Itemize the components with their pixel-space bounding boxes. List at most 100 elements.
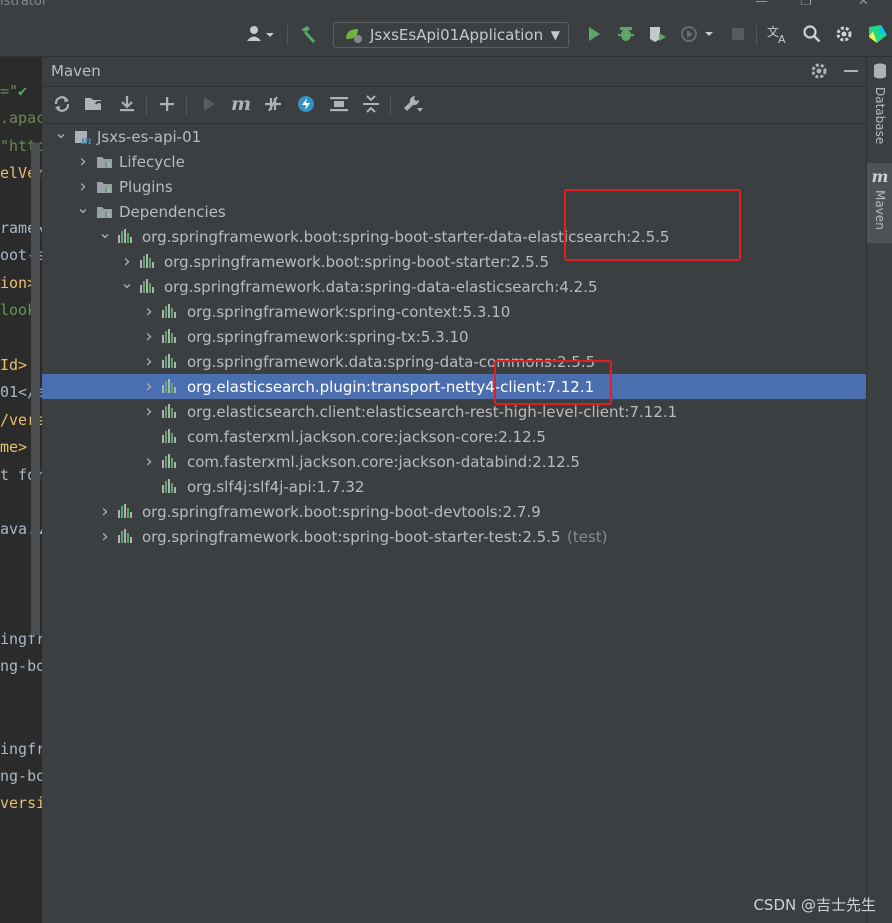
settings-wrench-icon[interactable] xyxy=(402,93,424,115)
spring-boot-icon xyxy=(344,27,364,43)
stop-icon[interactable] xyxy=(726,22,750,46)
code-editor-fragment[interactable]: =" ✔ .apac "http elVer ramew oot-s ion> look Id>… xyxy=(0,57,42,923)
dependency-node[interactable]: › org.springframework:spring-tx:5.3.10 xyxy=(42,324,866,349)
translate-icon[interactable]: 文A xyxy=(766,22,790,46)
tree-node-label: org.slf4j:slf4j-api:1.7.32 xyxy=(187,477,365,496)
window-title-bar: istrator — ❐ ✕ xyxy=(0,0,892,14)
panel-minimize-icon[interactable] xyxy=(840,60,862,82)
download-icon[interactable] xyxy=(116,93,138,115)
dependency-icon xyxy=(140,278,158,295)
dependency-node[interactable]: › org.elasticsearch.client:elasticsearch-… xyxy=(42,399,866,424)
dependency-node[interactable]: › com.fasterxml.jackson.core:jackson-data… xyxy=(42,449,866,474)
code-line: ingfr xyxy=(0,739,42,758)
debug-icon[interactable] xyxy=(614,22,638,46)
coverage-icon[interactable] xyxy=(646,22,670,46)
project-node[interactable]: ⌄ m Jsxs-es-api-01 xyxy=(42,123,866,149)
dependency-icon xyxy=(162,403,180,420)
add-icon[interactable] xyxy=(156,93,178,115)
chevron-right-icon[interactable]: › xyxy=(120,251,134,272)
profile-icon[interactable] xyxy=(678,22,718,46)
chevron-right-icon[interactable]: › xyxy=(142,301,156,322)
toolbar-separator xyxy=(756,25,757,45)
chevron-down-icon[interactable]: ⌄ xyxy=(54,123,68,142)
dependency-icon xyxy=(162,328,180,345)
show-dependencies-icon[interactable] xyxy=(328,93,350,115)
editor-scrollbar[interactable] xyxy=(31,143,40,635)
toggle-offline-icon[interactable] xyxy=(262,93,284,115)
chevron-right-icon[interactable]: › xyxy=(142,401,156,422)
chevron-down-icon[interactable]: ⌄ xyxy=(76,198,90,217)
run-configuration-label: JsxsEsApi01Application xyxy=(370,26,544,44)
dependency-node[interactable]: › org.springframework.boot:spring-boot-st… xyxy=(42,249,866,274)
restore-icon[interactable]: ❐ xyxy=(800,0,812,9)
toolbar-separator xyxy=(146,95,147,115)
tree-node-label: Lifecycle xyxy=(119,152,185,171)
panel-settings-icon[interactable] xyxy=(808,60,830,82)
tree-node-label: org.springframework.boot:spring-boot-sta… xyxy=(142,527,561,546)
dependency-node[interactable]: ⌄ org.springframework.boot:spring-boot-st… xyxy=(42,223,866,249)
skip-tests-icon[interactable] xyxy=(295,93,317,115)
dependency-node[interactable]: › org.springframework:spring-context:5.3.… xyxy=(42,299,866,324)
chevron-down-icon[interactable]: ⌄ xyxy=(98,223,112,242)
dependency-icon xyxy=(162,453,180,470)
tree-node-label: org.springframework:spring-context:5.3.1… xyxy=(187,302,511,321)
chevron-right-icon[interactable]: › xyxy=(142,351,156,372)
run-icon[interactable] xyxy=(582,22,606,46)
dependency-icon xyxy=(118,228,136,245)
settings-icon[interactable] xyxy=(832,22,856,46)
run-configuration-selector[interactable]: JsxsEsApi01Application ▼ xyxy=(333,22,569,48)
tree-folder-node[interactable]: › Plugins xyxy=(42,174,866,199)
tree-folder-node[interactable]: ⌄ Dependencies xyxy=(42,198,866,224)
tree-node-label: com.fasterxml.jackson.core:jackson-datab… xyxy=(187,452,580,471)
toolbar-separator xyxy=(186,95,187,115)
toolbox-app-icon[interactable] xyxy=(866,22,890,46)
chevron-right-icon[interactable]: › xyxy=(76,151,90,172)
chevron-down-icon[interactable]: ⌄ xyxy=(120,273,134,292)
code-line: ng-bo xyxy=(0,657,42,676)
dependency-icon xyxy=(162,303,180,320)
dependency-node[interactable]: com.fasterxml.jackson.core:jackson-core:… xyxy=(42,424,866,449)
dependency-node[interactable]: › org.elasticsearch.plugin:transport-nett… xyxy=(42,374,866,399)
chevron-right-icon[interactable]: › xyxy=(98,501,112,522)
minimize-icon[interactable]: — xyxy=(755,0,768,9)
code-line: .apac xyxy=(0,109,42,128)
code-line: versi xyxy=(0,794,42,813)
chevron-right-icon[interactable]: › xyxy=(142,376,156,397)
search-icon[interactable] xyxy=(800,22,824,46)
dependency-node[interactable]: › org.springframework.data:spring-data-co… xyxy=(42,349,866,374)
reload-icon[interactable] xyxy=(51,93,73,115)
tree-node-label: Dependencies xyxy=(119,202,226,221)
dependency-node[interactable]: › org.springframework.boot:spring-boot-st… xyxy=(42,524,866,549)
tree-node-label: Plugins xyxy=(119,177,173,196)
toolbar-separator xyxy=(390,95,391,115)
database-icon xyxy=(873,63,887,83)
generate-sources-icon[interactable] xyxy=(83,93,105,115)
dependency-node[interactable]: ⌄ org.springframework.data:spring-data-el… xyxy=(42,273,866,299)
inspection-ok-icon: ✔ xyxy=(18,82,28,100)
collapse-all-icon[interactable] xyxy=(360,93,382,115)
maven-tab-label: Maven xyxy=(873,190,887,230)
right-tool-strip: Database m Maven xyxy=(866,57,892,923)
code-line: me> xyxy=(0,438,28,457)
chevron-right-icon[interactable]: › xyxy=(98,526,112,547)
build-hammer-icon[interactable] xyxy=(296,22,320,46)
execute-goal-icon[interactable]: m xyxy=(230,93,252,115)
scope-tag: (test) xyxy=(567,527,608,546)
dependency-node[interactable]: › org.springframework.boot:spring-boot-de… xyxy=(42,499,866,524)
dependency-node[interactable]: org.slf4j:slf4j-api:1.7.32 xyxy=(42,474,866,499)
user-menu-icon[interactable] xyxy=(244,22,278,46)
chevron-right-icon[interactable]: › xyxy=(76,176,90,197)
database-tab[interactable]: Database xyxy=(867,63,892,144)
tree-node-label: org.springframework.data:spring-data-ela… xyxy=(164,277,598,296)
maven-m-icon: m xyxy=(871,167,889,186)
tree-folder-node[interactable]: › Lifecycle xyxy=(42,149,866,174)
close-icon[interactable]: ✕ xyxy=(858,0,869,9)
run-goal-icon[interactable] xyxy=(198,93,220,115)
window-title: istrator xyxy=(0,0,48,9)
dependency-icon xyxy=(162,353,180,370)
maven-toolbar: m xyxy=(42,87,866,124)
maven-tab[interactable]: m Maven xyxy=(867,163,892,243)
chevron-right-icon[interactable]: › xyxy=(142,326,156,347)
maven-title: Maven xyxy=(51,62,101,80)
chevron-right-icon[interactable]: › xyxy=(142,451,156,472)
